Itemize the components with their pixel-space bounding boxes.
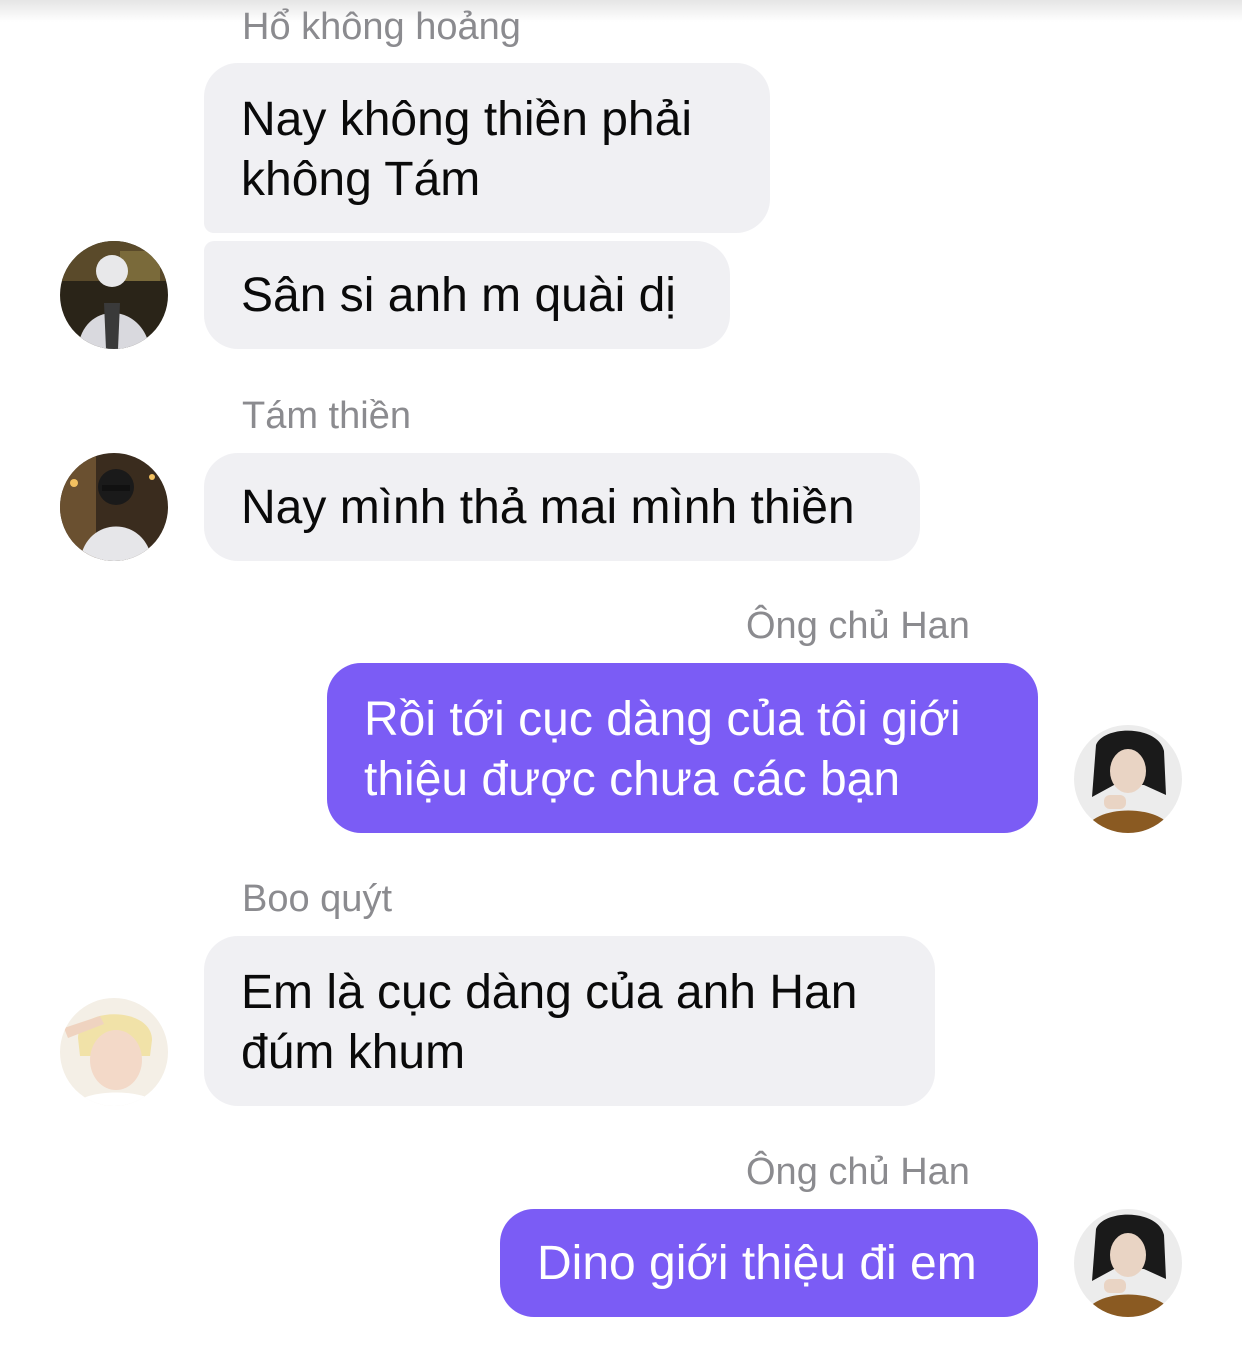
message-bubble[interactable]: Nay không thiền phải không Tám — [204, 63, 770, 233]
top-scroll-shadow — [0, 0, 1242, 22]
message-bubble[interactable]: Dino giới thiệu đi em — [500, 1209, 1038, 1317]
message-bubble[interactable]: Sân si anh m quài dị — [204, 241, 730, 349]
message-bubble[interactable]: Rồi tới cục dàng của tôi giới thiệu được… — [327, 663, 1038, 833]
sender-name: Boo quýt — [242, 878, 392, 920]
avatar-ho-khong-hoang[interactable] — [60, 241, 168, 349]
avatar-boo-quyt[interactable] — [60, 998, 168, 1106]
avatar-ong-chu-han[interactable] — [1074, 1209, 1182, 1317]
avatar-ong-chu-han[interactable] — [1074, 725, 1182, 833]
sender-name: Tám thiền — [242, 395, 411, 437]
sender-name: Ông chủ Han — [746, 605, 970, 647]
message-bubble[interactable]: Nay mình thả mai mình thiền — [204, 453, 920, 561]
message-bubble[interactable]: Em là cục dàng của anh Han đúm khum — [204, 936, 935, 1106]
sender-name: Ông chủ Han — [746, 1151, 970, 1193]
sender-name: Hổ không hoảng — [242, 6, 521, 48]
avatar-tam-thien[interactable] — [60, 453, 168, 561]
